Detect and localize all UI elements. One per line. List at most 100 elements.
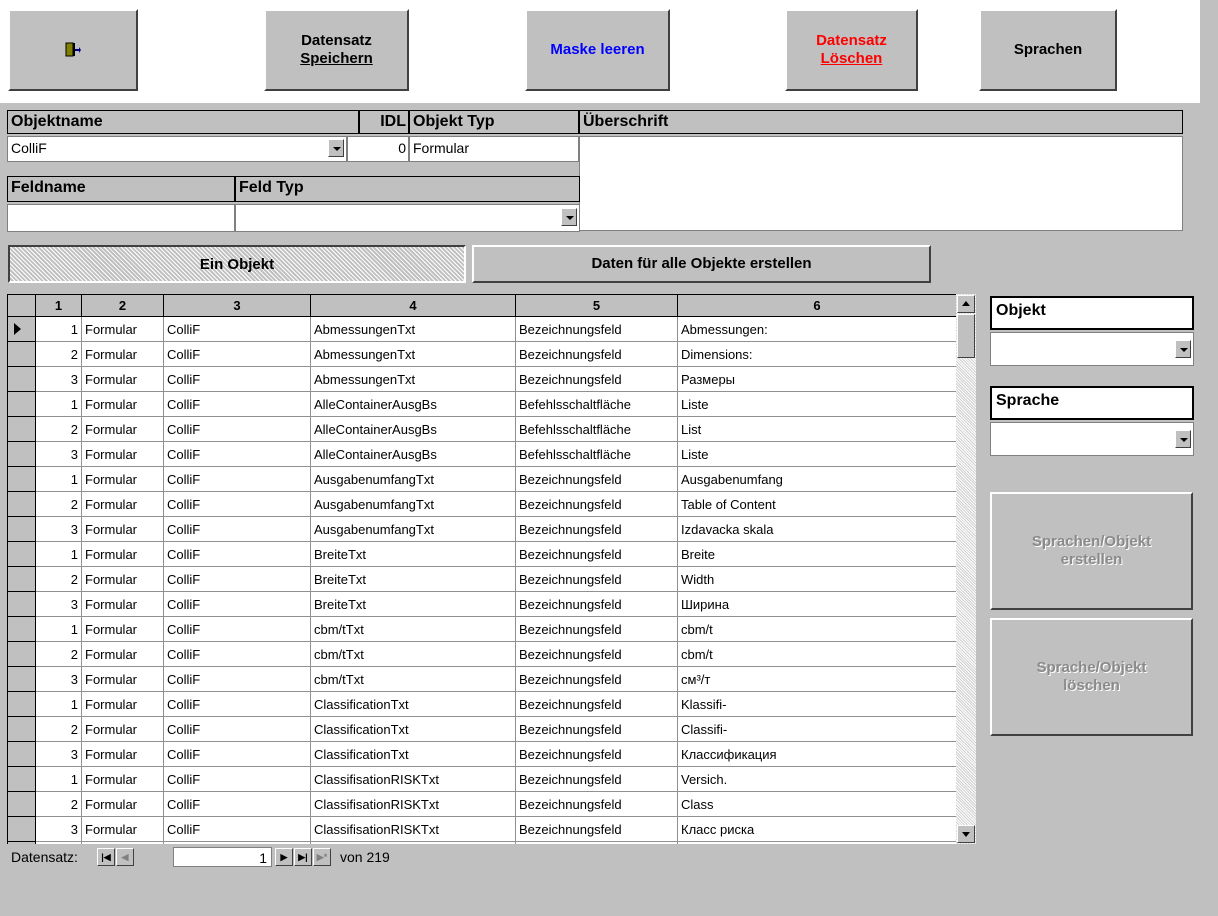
table-cell[interactable]: Table of Content bbox=[677, 491, 956, 517]
table-cell[interactable]: Versich. bbox=[677, 766, 956, 792]
table-cell[interactable]: AbmessungenTxt bbox=[310, 316, 516, 342]
table-cell[interactable]: Classifi- bbox=[677, 716, 956, 742]
table-cell[interactable]: 3 bbox=[35, 441, 82, 467]
record-selector[interactable] bbox=[7, 541, 36, 567]
table-cell[interactable]: Formular bbox=[81, 416, 164, 442]
table-cell[interactable]: Formular bbox=[81, 591, 164, 617]
table-cell[interactable]: Bezeichnungsfeld bbox=[515, 541, 678, 567]
table-cell[interactable]: ColliF bbox=[163, 616, 311, 642]
table-cell[interactable]: 1 bbox=[35, 466, 82, 492]
record-selector[interactable] bbox=[7, 791, 36, 817]
column-header[interactable]: 4 bbox=[310, 294, 516, 317]
table-cell[interactable]: ColliF bbox=[163, 316, 311, 342]
table-cell[interactable]: ColliF bbox=[163, 366, 311, 392]
table-row[interactable]: 1 Formular ColliF AbmessungenTxt Bezeichnung… bbox=[7, 316, 956, 342]
table-cell[interactable]: Размеры bbox=[677, 366, 956, 392]
table-cell[interactable]: ColliF bbox=[163, 416, 311, 442]
table-cell[interactable]: Bezeichnungsfeld bbox=[515, 366, 678, 392]
scroll-thumb[interactable] bbox=[957, 314, 975, 358]
table-cell[interactable]: Formular bbox=[81, 816, 164, 842]
table-cell[interactable]: List bbox=[677, 416, 956, 442]
table-cell[interactable]: ColliF bbox=[163, 516, 311, 542]
table-cell[interactable]: AusgabenumfangTxt bbox=[310, 491, 516, 517]
table-cell[interactable]: 2 bbox=[35, 416, 82, 442]
column-header[interactable]: 1 bbox=[35, 294, 82, 317]
table-cell[interactable]: Bezeichnungsfeld bbox=[515, 691, 678, 717]
table-cell[interactable]: Bezeichnungsfeld bbox=[515, 316, 678, 342]
table-cell[interactable]: 2 bbox=[35, 641, 82, 667]
table-cell[interactable]: Formular bbox=[81, 366, 164, 392]
objekt-combobox[interactable] bbox=[990, 332, 1194, 366]
create-language-object-button[interactable]: Sprachen/Objekt erstellen bbox=[990, 492, 1193, 610]
table-cell[interactable]: Bezeichnungsfeld bbox=[515, 566, 678, 592]
first-record-button[interactable]: |◀ bbox=[97, 848, 115, 866]
record-selector[interactable] bbox=[7, 341, 36, 367]
table-row[interactable]: 2 Formular ColliF AbmessungenTxt Bezeichnung… bbox=[7, 341, 956, 367]
table-cell[interactable]: Formular bbox=[81, 541, 164, 567]
table-cell[interactable]: Formular bbox=[81, 616, 164, 642]
table-cell[interactable]: Bezeichnungsfeld bbox=[515, 341, 678, 367]
column-header[interactable]: 2 bbox=[81, 294, 164, 317]
table-cell[interactable]: 2 bbox=[35, 566, 82, 592]
sprache-combobox[interactable] bbox=[990, 422, 1194, 456]
table-cell[interactable]: Formular bbox=[81, 466, 164, 492]
record-selector[interactable] bbox=[7, 766, 36, 792]
record-selector[interactable] bbox=[7, 491, 36, 517]
table-cell[interactable]: ClassifisationRISKTxt bbox=[310, 791, 516, 817]
table-cell[interactable]: ClassificationTxt bbox=[310, 691, 516, 717]
table-row[interactable]: 2 Formular ColliF ClassifisationRISKTxt Beze… bbox=[7, 791, 956, 817]
record-selector[interactable] bbox=[7, 466, 36, 492]
record-selector[interactable] bbox=[7, 316, 36, 342]
table-cell[interactable]: cbm/tTxt bbox=[310, 616, 516, 642]
table-cell[interactable]: 3 bbox=[35, 516, 82, 542]
record-selector[interactable] bbox=[7, 516, 36, 542]
delete-record-button[interactable]: Datensatz Löschen bbox=[785, 9, 918, 91]
table-cell[interactable]: ColliF bbox=[163, 691, 311, 717]
chevron-down-icon[interactable] bbox=[328, 139, 344, 157]
all-objects-toggle[interactable]: Daten für alle Objekte erstellen bbox=[472, 245, 931, 283]
table-cell[interactable]: Formular bbox=[81, 791, 164, 817]
table-cell[interactable]: Bezeichnungsfeld bbox=[515, 741, 678, 767]
table-cell[interactable]: Formular bbox=[81, 491, 164, 517]
table-row[interactable]: 2 Formular ColliF ClassificationTxt Bezeichn… bbox=[7, 716, 956, 742]
table-row[interactable]: 3 Formular ColliF AbmessungenTxt Bezeichnung… bbox=[7, 366, 956, 392]
prev-record-button[interactable]: ◀ bbox=[116, 848, 134, 866]
table-cell[interactable]: ColliF bbox=[163, 791, 311, 817]
table-cell[interactable]: Befehlsschaltfläche bbox=[515, 391, 678, 417]
record-selector[interactable] bbox=[7, 816, 36, 842]
table-cell[interactable]: AlleContainerAusgBs bbox=[310, 441, 516, 467]
table-cell[interactable]: 1 bbox=[35, 691, 82, 717]
table-cell[interactable]: BreiteTxt bbox=[310, 591, 516, 617]
record-selector[interactable] bbox=[7, 591, 36, 617]
table-cell[interactable]: Formular bbox=[81, 566, 164, 592]
table-cell[interactable]: Bezeichnungsfeld bbox=[515, 816, 678, 842]
table-cell[interactable]: Formular bbox=[81, 766, 164, 792]
delete-language-object-button[interactable]: Sprache/Objekt löschen bbox=[990, 618, 1193, 736]
table-row[interactable]: 3 Formular ColliF BreiteTxt Bezeichnungsfeld… bbox=[7, 591, 956, 617]
table-cell[interactable]: ClassifisationRISKTxt bbox=[310, 766, 516, 792]
table-cell[interactable]: Liste bbox=[677, 391, 956, 417]
table-cell[interactable]: AbmessungenTxt bbox=[310, 341, 516, 367]
table-cell[interactable]: 3 bbox=[35, 741, 82, 767]
record-selector[interactable] bbox=[7, 716, 36, 742]
table-cell[interactable]: 1 bbox=[35, 391, 82, 417]
table-row[interactable]: 3 Formular ColliF ClassifisationRISKTxt Beze… bbox=[7, 816, 956, 842]
table-cell[interactable]: cbm/t bbox=[677, 616, 956, 642]
objektname-combobox[interactable]: ColliF bbox=[7, 136, 347, 162]
table-row[interactable]: 1 Formular ColliF cbm/tTxt Bezeichnungsfeld c… bbox=[7, 616, 956, 642]
record-selector[interactable] bbox=[7, 566, 36, 592]
table-cell[interactable]: ColliF bbox=[163, 716, 311, 742]
table-cell[interactable]: ClassificationTxt bbox=[310, 716, 516, 742]
table-row[interactable]: 1 Formular ColliF ClassificationTxt Bezeichn… bbox=[7, 691, 956, 717]
chevron-down-icon[interactable] bbox=[1175, 340, 1191, 358]
table-cell[interactable]: cbm/tTxt bbox=[310, 666, 516, 692]
table-cell[interactable]: Formular bbox=[81, 691, 164, 717]
table-cell[interactable]: 1 bbox=[35, 316, 82, 342]
table-cell[interactable]: Bezeichnungsfeld bbox=[515, 766, 678, 792]
table-cell[interactable]: 2 bbox=[35, 491, 82, 517]
table-cell[interactable]: 3 bbox=[35, 366, 82, 392]
table-cell[interactable]: 2 bbox=[35, 716, 82, 742]
table-cell[interactable]: Class bbox=[677, 791, 956, 817]
table-cell[interactable]: Befehlsschaltfläche bbox=[515, 416, 678, 442]
table-cell[interactable]: Класс риска bbox=[677, 816, 956, 842]
